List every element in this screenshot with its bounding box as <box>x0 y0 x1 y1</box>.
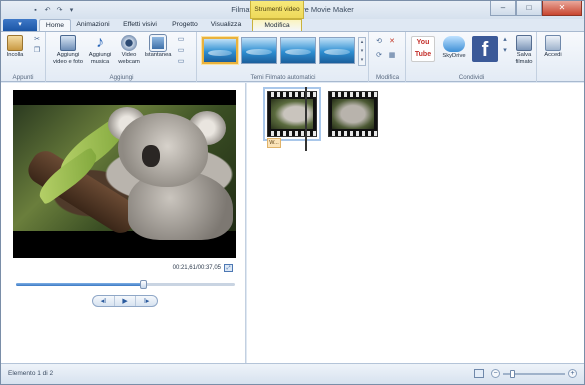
music-note-icon: ♪ <box>96 34 104 51</box>
paste-label: Incolla <box>6 52 24 58</box>
preview-pane: 00:21,61/00:37,05 ⤢ ◂I ▶ I▸ <box>1 83 246 363</box>
preview-frame-image <box>13 105 236 240</box>
youtube-button[interactable]: You Tube <box>410 36 436 63</box>
storyboard-pane <box>247 83 584 363</box>
webcam-icon <box>121 35 137 51</box>
tab-modifica[interactable]: Modifica <box>252 19 302 31</box>
skydrive-cloud-icon <box>443 36 465 52</box>
add-video-button[interactable]: Aggiungi video e foto <box>52 35 84 65</box>
tab-animazioni[interactable]: Animazioni <box>73 19 113 31</box>
video-preview[interactable] <box>13 90 236 258</box>
theme-thumbnail-1[interactable] <box>202 37 238 64</box>
window-controls: – □ ✕ <box>490 1 582 16</box>
select-all-icon[interactable]: ▦ <box>388 52 396 60</box>
group-aggiungi: Aggiungi video e foto ♪ Aggiungi musica … <box>47 32 197 82</box>
sign-in-label: Accedi <box>544 52 562 58</box>
cut-icon[interactable]: ✂ <box>33 36 41 44</box>
storyboard-clip-2[interactable] <box>328 91 378 137</box>
storyboard-playhead[interactable] <box>305 87 307 151</box>
group-appunti: Incolla ✂ ❐ Appunti <box>1 32 46 82</box>
ribbon: Incolla ✂ ❐ Appunti Aggiungi video e fot… <box>1 31 584 82</box>
group-temi: ▴ ▾ ▾ Temi Filmato automatici <box>198 32 369 82</box>
fullscreen-button[interactable]: ⤢ <box>224 264 233 272</box>
zoom-out-button[interactable]: − <box>491 369 500 378</box>
paste-button[interactable]: Incolla <box>4 35 26 59</box>
add-video-label: Aggiungi video e foto <box>53 52 83 65</box>
snapshot-button[interactable]: Istantanea <box>143 34 173 59</box>
seek-thumb[interactable] <box>140 280 148 289</box>
zoom-in-button[interactable]: + <box>568 369 577 378</box>
theme-thumbnail-4[interactable] <box>319 37 355 64</box>
group-label-modifica: Modifica <box>375 74 400 81</box>
group-label-temi: Temi Filmato automatici <box>250 74 316 81</box>
timecode: 00:21,61/00:37,05 <box>172 265 221 271</box>
tab-home[interactable]: Home <box>39 19 71 31</box>
clipboard-icon <box>7 35 23 51</box>
sign-in-button[interactable]: Accedi <box>542 35 564 59</box>
clip-2-thumbnail <box>332 99 374 129</box>
save-movie-icon <box>516 35 532 51</box>
playback-controls: ◂I ▶ I▸ <box>92 295 158 307</box>
film-icon <box>60 35 76 51</box>
save-movie-button[interactable]: Salva filmato <box>511 35 537 65</box>
title-bar: ▪ ↶ ↷ ▾ Filmato - Windows Live Movie Mak… <box>1 1 584 19</box>
clip-caption-badge[interactable]: W... <box>267 138 281 148</box>
skydrive-button[interactable]: SkyDrive <box>440 36 468 60</box>
minimize-button[interactable]: – <box>490 1 516 16</box>
zoom-thumb[interactable] <box>510 370 516 378</box>
zoom-slider[interactable] <box>503 370 565 378</box>
theme-thumbnail-2[interactable] <box>241 37 277 64</box>
ribbon-tabs: ▾ Home Animazioni Effetti visivi Progett… <box>1 19 584 31</box>
snapshot-icon <box>149 34 167 52</box>
theme-gallery-scroll[interactable]: ▴ ▾ ▾ <box>358 37 366 66</box>
skydrive-label: SkyDrive <box>442 53 466 59</box>
status-bar: Elemento 1 di 2 − + <box>1 363 584 384</box>
facebook-button[interactable]: f <box>471 36 499 63</box>
webcam-label: Video webcam <box>118 52 140 65</box>
group-label-appunti: Appunti <box>12 74 34 81</box>
next-frame-button[interactable]: I▸ <box>136 296 157 306</box>
group-condividi: You Tube SkyDrive f ▴ ▾ Salva filmato Co… <box>407 32 537 82</box>
zoom-control: − + <box>491 369 577 379</box>
tab-effetti-visivi[interactable]: Effetti visivi <box>117 19 163 31</box>
add-music-button[interactable]: ♪ Aggiungi musica <box>86 35 114 65</box>
title-icon[interactable]: ▭ <box>177 36 185 44</box>
rotate-right-icon[interactable]: ⟳ <box>375 52 383 60</box>
previous-frame-button[interactable]: ◂I <box>93 296 115 306</box>
play-button[interactable]: ▶ <box>115 296 137 306</box>
tab-progetto[interactable]: Progetto <box>167 19 203 31</box>
credits-icon[interactable]: ▭ <box>177 58 185 66</box>
youtube-icon: You Tube <box>411 36 435 62</box>
close-button[interactable]: ✕ <box>542 1 582 16</box>
add-music-label: Aggiungi musica <box>88 52 112 65</box>
save-movie-label: Salva filmato <box>515 52 533 65</box>
aspect-ratio-icon[interactable] <box>474 369 484 378</box>
app-window: ▪ ↶ ↷ ▾ Filmato - Windows Live Movie Mak… <box>0 0 585 385</box>
group-label-aggiungi: Aggiungi <box>109 74 134 81</box>
rotate-left-icon[interactable]: ⟲ <box>375 38 383 46</box>
group-modifica: ⟲ ✕ ⟳ ▦ Modifica <box>370 32 406 82</box>
share-gallery-down-icon[interactable]: ▾ <box>501 47 509 55</box>
copy-icon[interactable]: ❐ <box>33 47 41 55</box>
group-accedi: Accedi <box>538 32 566 82</box>
seek-progress <box>16 283 144 286</box>
facebook-icon: f <box>472 36 498 62</box>
delete-icon[interactable]: ✕ <box>388 38 396 46</box>
theme-thumbnail-3[interactable] <box>280 37 316 64</box>
sign-in-icon <box>545 35 561 51</box>
status-text: Elemento 1 di 2 <box>8 370 54 377</box>
context-tab-title: Strumenti video <box>250 1 304 19</box>
webcam-button[interactable]: Video webcam <box>117 35 141 65</box>
tab-visualizza[interactable]: Visualizza <box>207 19 245 31</box>
group-label-condividi: Condividi <box>458 74 485 81</box>
seek-slider[interactable] <box>16 280 235 289</box>
snapshot-label: Istantanea <box>144 52 172 58</box>
storyboard-clip-1[interactable] <box>263 87 321 141</box>
app-menu-button[interactable]: ▾ <box>3 19 37 31</box>
maximize-button[interactable]: □ <box>516 1 542 16</box>
caption-icon[interactable]: ▭ <box>177 47 185 55</box>
share-gallery-up-icon[interactable]: ▴ <box>501 36 509 44</box>
